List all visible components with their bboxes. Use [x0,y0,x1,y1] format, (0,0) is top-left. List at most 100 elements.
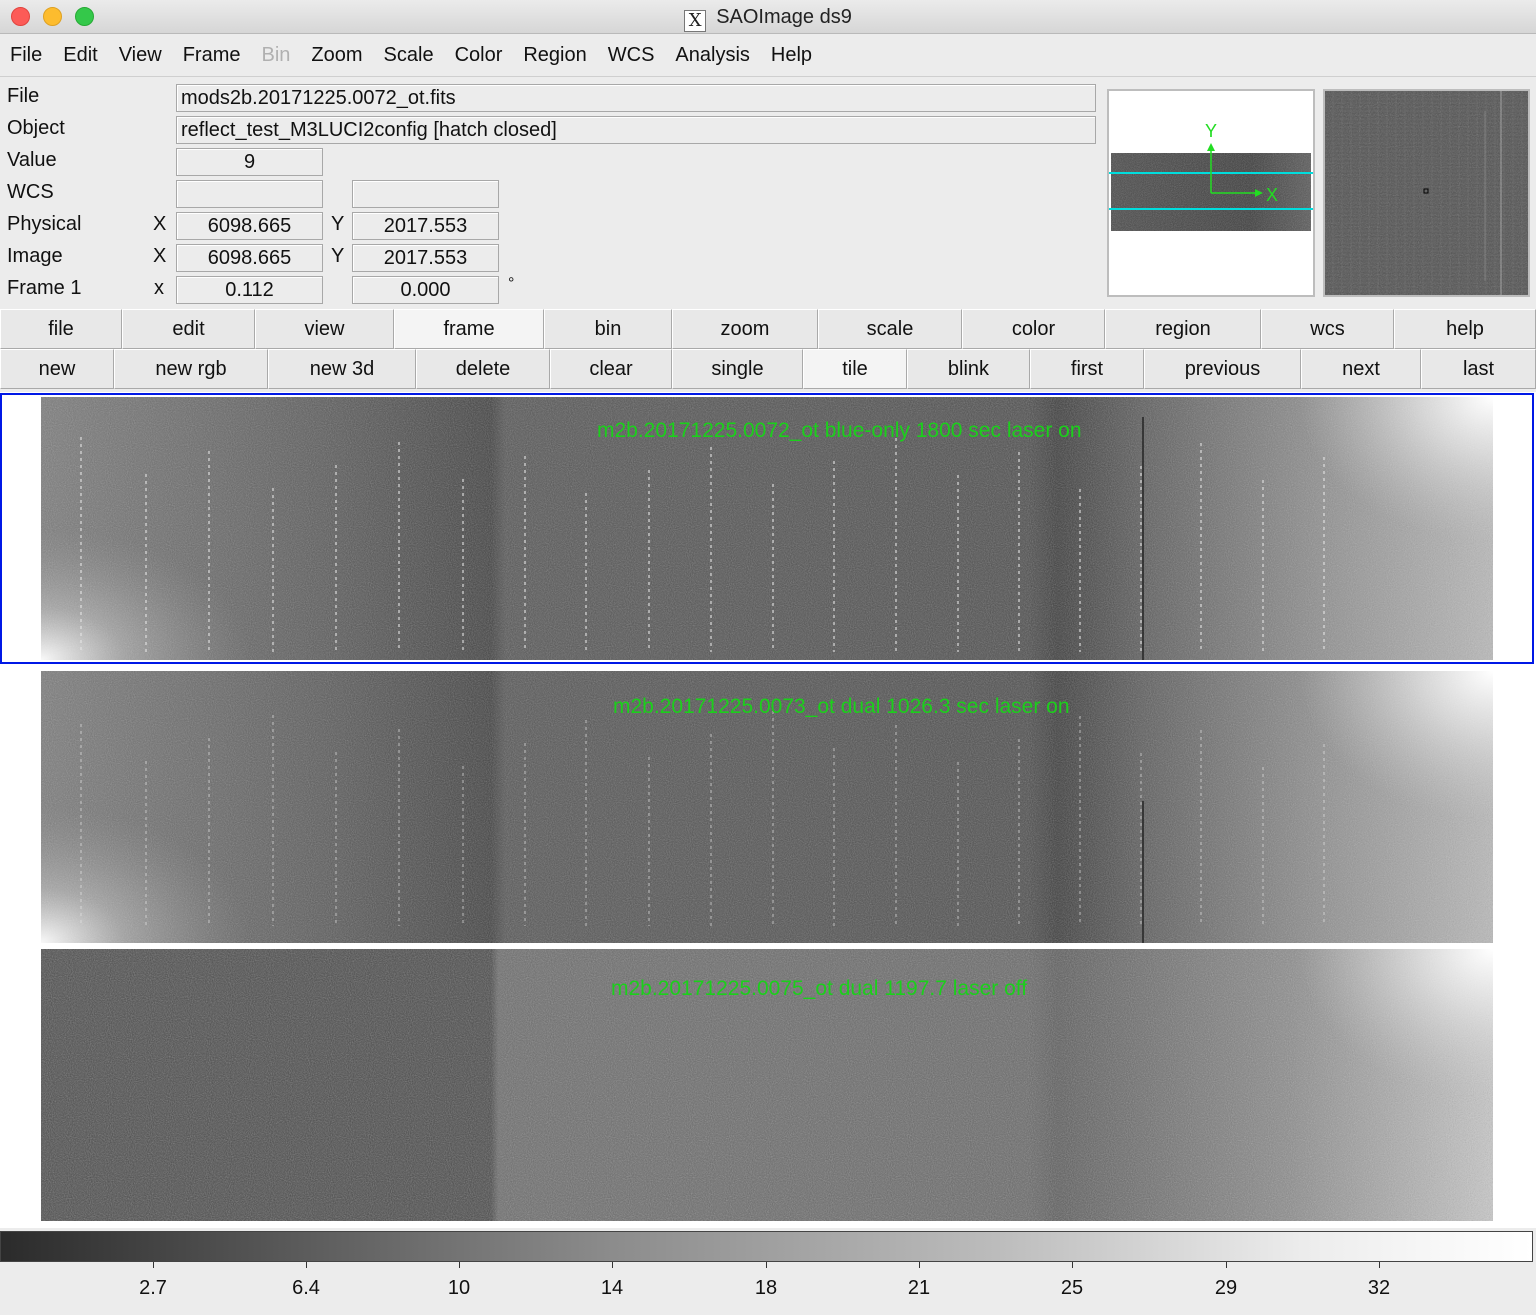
colorbar-tick [1379,1262,1380,1268]
physical-x-field: 6098.665 [176,212,323,240]
image-frame-3[interactable]: m2b.20171225.0075_ot dual 1197.7 laser o… [41,949,1493,1221]
magnifier [1323,89,1530,297]
panner-canvas: Y X [1109,121,1313,231]
colorbar-tick-label: 29 [1214,1277,1238,1299]
colorbar-tick-label: 6.4 [292,1277,320,1299]
wcs-x-field [176,180,323,208]
button-new-frame[interactable]: new [0,349,114,389]
image-frame-1[interactable]: m2b.20171225.0072_ot blue-only 1800 sec … [41,397,1493,660]
image-x-field: 6098.665 [176,244,323,272]
colorbar-tick [459,1262,460,1268]
button-help[interactable]: help [1394,309,1536,349]
button-tile[interactable]: tile [803,349,907,389]
info-panel: File mods2b.20171225.0072_ot.fits Object… [0,78,1536,308]
panner[interactable]: Y X [1107,89,1315,297]
colorbar-tick-label: 14 [600,1277,624,1299]
button-edit[interactable]: edit [122,309,255,349]
button-first-frame[interactable]: first [1030,349,1144,389]
physical-y-axis-label: Y [331,213,345,235]
file-label: File [7,85,40,107]
image-frame-2[interactable]: m2b.20171225.0073_ot dual 1026.3 sec las… [41,671,1493,943]
menu-edit[interactable]: Edit [63,44,97,67]
menu-scale[interactable]: Scale [384,44,434,67]
colorbar-tick [306,1262,307,1268]
colorbar[interactable] [0,1231,1533,1262]
button-blink[interactable]: blink [907,349,1030,389]
wcs-label: WCS [7,181,54,203]
colorbar-tick [153,1262,154,1268]
degree-symbol: ° [508,275,515,292]
colorbar-tick [1226,1262,1227,1268]
image-display[interactable]: m2b.20171225.0072_ot blue-only 1800 sec … [0,392,1536,1228]
compass-y-arrowhead [1207,143,1215,151]
colorbar-tick-label: 2.7 [139,1277,167,1299]
menu-frame[interactable]: Frame [183,44,241,67]
physical-x-axis-label: X [153,213,167,235]
colorbar-tick-label: 10 [447,1277,471,1299]
angle-field: 0.000 [352,276,499,304]
button-zoom[interactable]: zoom [672,309,818,349]
menu-analysis[interactable]: Analysis [675,44,749,67]
value-field: 9 [176,148,323,176]
value-label: Value [7,149,57,171]
frame-button-bar: new new rgb new 3d delete clear single t… [0,349,1536,389]
menu-region[interactable]: Region [523,44,586,67]
button-clear-frame[interactable]: clear [550,349,672,389]
menu-file[interactable]: File [10,44,42,67]
button-new-3d[interactable]: new 3d [268,349,416,389]
button-frame[interactable]: frame [394,309,544,349]
zoom-field: 0.112 [176,276,323,304]
window-title: SAOImage ds9 [716,6,852,28]
magnifier-canvas [1325,91,1528,295]
frame-label: Frame 1 [7,277,82,299]
main-button-bar: file edit view frame bin zoom scale colo… [0,309,1536,349]
image-label: Image [7,245,63,267]
frame-1-glow-right [1141,397,1493,660]
compass-y-label: Y [1205,121,1217,141]
title-bar: X SAOImage ds9 [0,0,1536,34]
colorbar-tick-label: 32 [1367,1277,1391,1299]
frame-1-image: m2b.20171225.0072_ot blue-only 1800 sec … [41,397,1493,660]
button-scale[interactable]: scale [818,309,962,349]
wcs-y-field [352,180,499,208]
image-y-field: 2017.553 [352,244,499,272]
menu-view[interactable]: View [119,44,162,67]
object-label: Object [7,117,65,139]
frame-3-image: m2b.20171225.0075_ot dual 1197.7 laser o… [41,949,1493,1221]
menu-wcs[interactable]: WCS [608,44,655,67]
button-bin[interactable]: bin [544,309,672,349]
button-file[interactable]: file [0,309,122,349]
frame-2-caption: m2b.20171225.0073_ot dual 1026.3 sec las… [613,695,1070,718]
menu-bar: File Edit View Frame Bin Zoom Scale Colo… [0,35,1536,77]
colorbar-tick-label: 18 [754,1277,778,1299]
button-single[interactable]: single [672,349,803,389]
menu-bin: Bin [261,44,291,66]
colorbar-tick-label: 25 [1060,1277,1084,1299]
frame-2-glow-right [1141,671,1493,943]
colorbar-tick [919,1262,920,1268]
colorbar-tick-label: 21 [907,1277,931,1299]
colorbar-tick [1072,1262,1073,1268]
button-view[interactable]: view [255,309,394,349]
compass-x-label: X [1266,185,1278,205]
button-delete-frame[interactable]: delete [416,349,550,389]
button-previous-frame[interactable]: previous [1144,349,1301,389]
button-color[interactable]: color [962,309,1105,349]
button-new-rgb[interactable]: new rgb [114,349,268,389]
button-region[interactable]: region [1105,309,1261,349]
frame-3-glow-right [1141,949,1493,1221]
zoom-axis-label: x [154,277,164,299]
object-field: reflect_test_M3LUCI2config [hatch closed… [176,116,1096,144]
physical-y-field: 2017.553 [352,212,499,240]
button-last-frame[interactable]: last [1421,349,1536,389]
menu-zoom[interactable]: Zoom [311,44,362,67]
button-next-frame[interactable]: next [1301,349,1421,389]
colorbar-tick [766,1262,767,1268]
button-wcs[interactable]: wcs [1261,309,1394,349]
physical-label: Physical [7,213,82,235]
frame-3-caption: m2b.20171225.0075_ot dual 1197.7 laser o… [611,977,1027,1000]
image-y-axis-label: Y [331,245,345,267]
menu-color[interactable]: Color [455,44,503,67]
menu-help[interactable]: Help [771,44,812,67]
colorbar-tick [612,1262,613,1268]
